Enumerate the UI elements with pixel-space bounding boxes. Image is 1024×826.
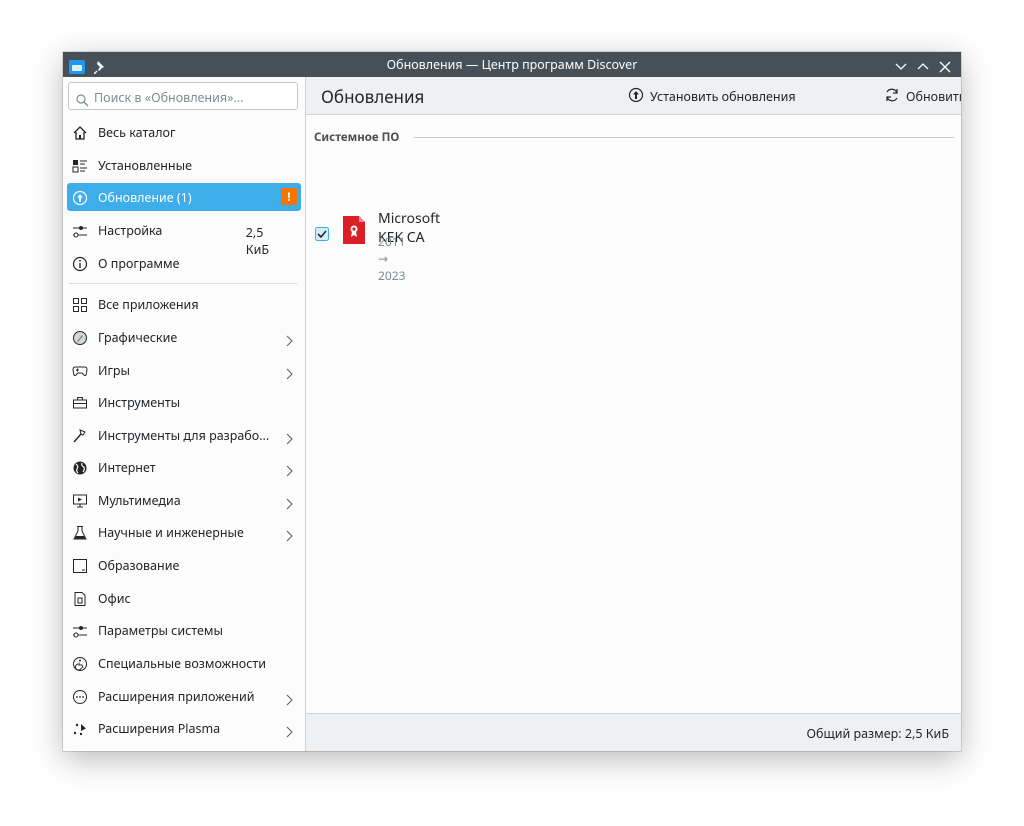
sidebar-item-label: Настройка — [98, 222, 163, 239]
system-settings-icon — [72, 622, 88, 638]
title-bar: Обновления — Центр программ Discover — [63, 52, 961, 77]
sidebar-item-label: Мультимедиа — [98, 492, 181, 509]
install-update-icon — [628, 87, 644, 107]
chevron-right-icon — [285, 689, 293, 711]
minimize-icon[interactable] — [895, 57, 907, 79]
extensions-icon — [72, 688, 88, 704]
sidebar-item-label: Весь каталог — [98, 124, 176, 141]
close-icon[interactable] — [939, 57, 951, 79]
updates-badge: ! — [281, 188, 297, 205]
sidebar-item-science[interactable]: Научные и инженерные — [67, 518, 301, 546]
chevron-right-icon — [285, 460, 293, 482]
page-header: Обновления Установить обновления Обновит… — [306, 77, 961, 115]
sidebar-item-label: Установленные — [98, 157, 192, 174]
search-icon — [76, 90, 89, 112]
update-checkbox[interactable] — [315, 224, 329, 246]
sidebar-item-multimedia[interactable]: Мультимедиа — [67, 486, 301, 514]
sidebar-item-label: Игры — [98, 362, 131, 379]
sidebar-item-label: Графические — [98, 329, 178, 346]
window-title: Обновления — Центр программ Discover — [386, 56, 638, 73]
sidebar-item-dev-tools[interactable]: Инструменты для разрабо... — [67, 421, 301, 449]
globe-icon — [72, 459, 88, 475]
sidebar-item-catalog[interactable]: Весь каталог — [67, 118, 301, 146]
sidebar-item-label: Специальные возможности — [98, 655, 266, 672]
sidebar-item-label: Интернет — [98, 459, 156, 476]
chevron-right-icon — [285, 428, 293, 450]
sidebar-item-label: Все приложения — [98, 296, 199, 313]
search-placeholder: Поиск в «Обновления»... — [94, 89, 244, 106]
sidebar-item-label: Расширения Plasma — [98, 720, 221, 737]
toolbox-icon — [72, 394, 88, 410]
grid-icon — [72, 296, 88, 312]
main-content: Обновления Установить обновления Обновит… — [246, 77, 961, 751]
chevron-right-icon — [285, 721, 293, 743]
settings-sliders-icon — [72, 222, 88, 238]
chevron-right-icon — [285, 493, 293, 515]
sidebar-item-system-settings[interactable]: Параметры системы — [67, 616, 301, 644]
sidebar-item-label: Параметры системы — [98, 622, 223, 639]
sidebar-item-label: Инструменты для разрабо... — [98, 427, 270, 444]
discover-window: Обновления — Центр программ Discover Пои… — [63, 52, 961, 751]
gamepad-icon — [72, 362, 88, 378]
sidebar-item-label: Инструменты — [98, 394, 181, 411]
sidebar-item-app-extensions[interactable]: Расширения приложений — [67, 682, 301, 710]
package-size: 2,5 КиБ — [245, 224, 270, 258]
footer-bar: Общий размер: 2,5 КиБ — [306, 713, 961, 751]
sidebar-item-office[interactable]: Офис — [67, 584, 301, 612]
sidebar-item-education[interactable]: Образование — [67, 551, 301, 579]
sidebar-item-label: Образование — [98, 557, 180, 574]
sidebar-item-label: Обновление (1) — [98, 189, 192, 206]
package-version: 2011 → 2023 — [378, 233, 406, 284]
update-icon — [72, 189, 88, 206]
search-input[interactable]: Поиск в «Обновления»... — [68, 82, 298, 110]
chevron-right-icon — [285, 363, 293, 385]
graphics-icon — [72, 329, 88, 345]
page-title: Обновления — [321, 85, 425, 108]
sidebar-item-games[interactable]: Игры — [67, 356, 301, 384]
home-icon — [72, 124, 88, 140]
total-size: Общий размер: 2,5 КиБ — [806, 725, 949, 742]
certificate-package-icon — [343, 216, 365, 249]
sidebar-item-installed[interactable]: Установленные — [67, 151, 301, 179]
chevron-right-icon — [285, 525, 293, 547]
flask-icon — [72, 524, 88, 540]
sidebar-item-label: Офис — [98, 590, 131, 607]
sidebar-separator — [69, 283, 297, 284]
sidebar-item-accessibility[interactable]: Специальные возможности — [67, 649, 301, 677]
chevron-right-icon — [285, 330, 293, 352]
hammer-icon — [72, 427, 88, 443]
refresh-list-label: Обновить список — [906, 88, 961, 105]
sidebar-item-label: Научные и инженерные — [98, 524, 244, 541]
sidebar-item-internet[interactable]: Интернет — [67, 453, 301, 481]
maximize-icon[interactable] — [917, 57, 929, 79]
plasma-icon — [72, 720, 88, 736]
refresh-icon — [884, 87, 900, 107]
sidebar: Поиск в «Обновления»... Весь каталог Уст… — [63, 77, 306, 751]
accessibility-icon — [72, 655, 88, 671]
sidebar-item-label: Расширения приложений — [98, 688, 255, 705]
education-icon — [72, 557, 88, 573]
sidebar-item-updates[interactable]: Обновление (1) ! — [67, 183, 301, 211]
section-title: Системное ПО — [314, 130, 400, 145]
sidebar-item-plasma-extensions[interactable]: Расширения Plasma — [67, 714, 301, 742]
sidebar-item-label: О программе — [98, 255, 180, 272]
section-divider — [414, 137, 954, 138]
document-icon — [72, 590, 88, 606]
sidebar-item-graphics[interactable]: Графические — [67, 323, 301, 351]
sidebar-item-tools[interactable]: Инструменты — [67, 388, 301, 416]
installed-list-icon — [72, 157, 88, 173]
info-icon — [72, 255, 88, 272]
sidebar-item-all-apps[interactable]: Все приложения — [67, 290, 301, 318]
install-updates-label: Установить обновления — [650, 88, 796, 105]
media-icon — [72, 492, 88, 508]
